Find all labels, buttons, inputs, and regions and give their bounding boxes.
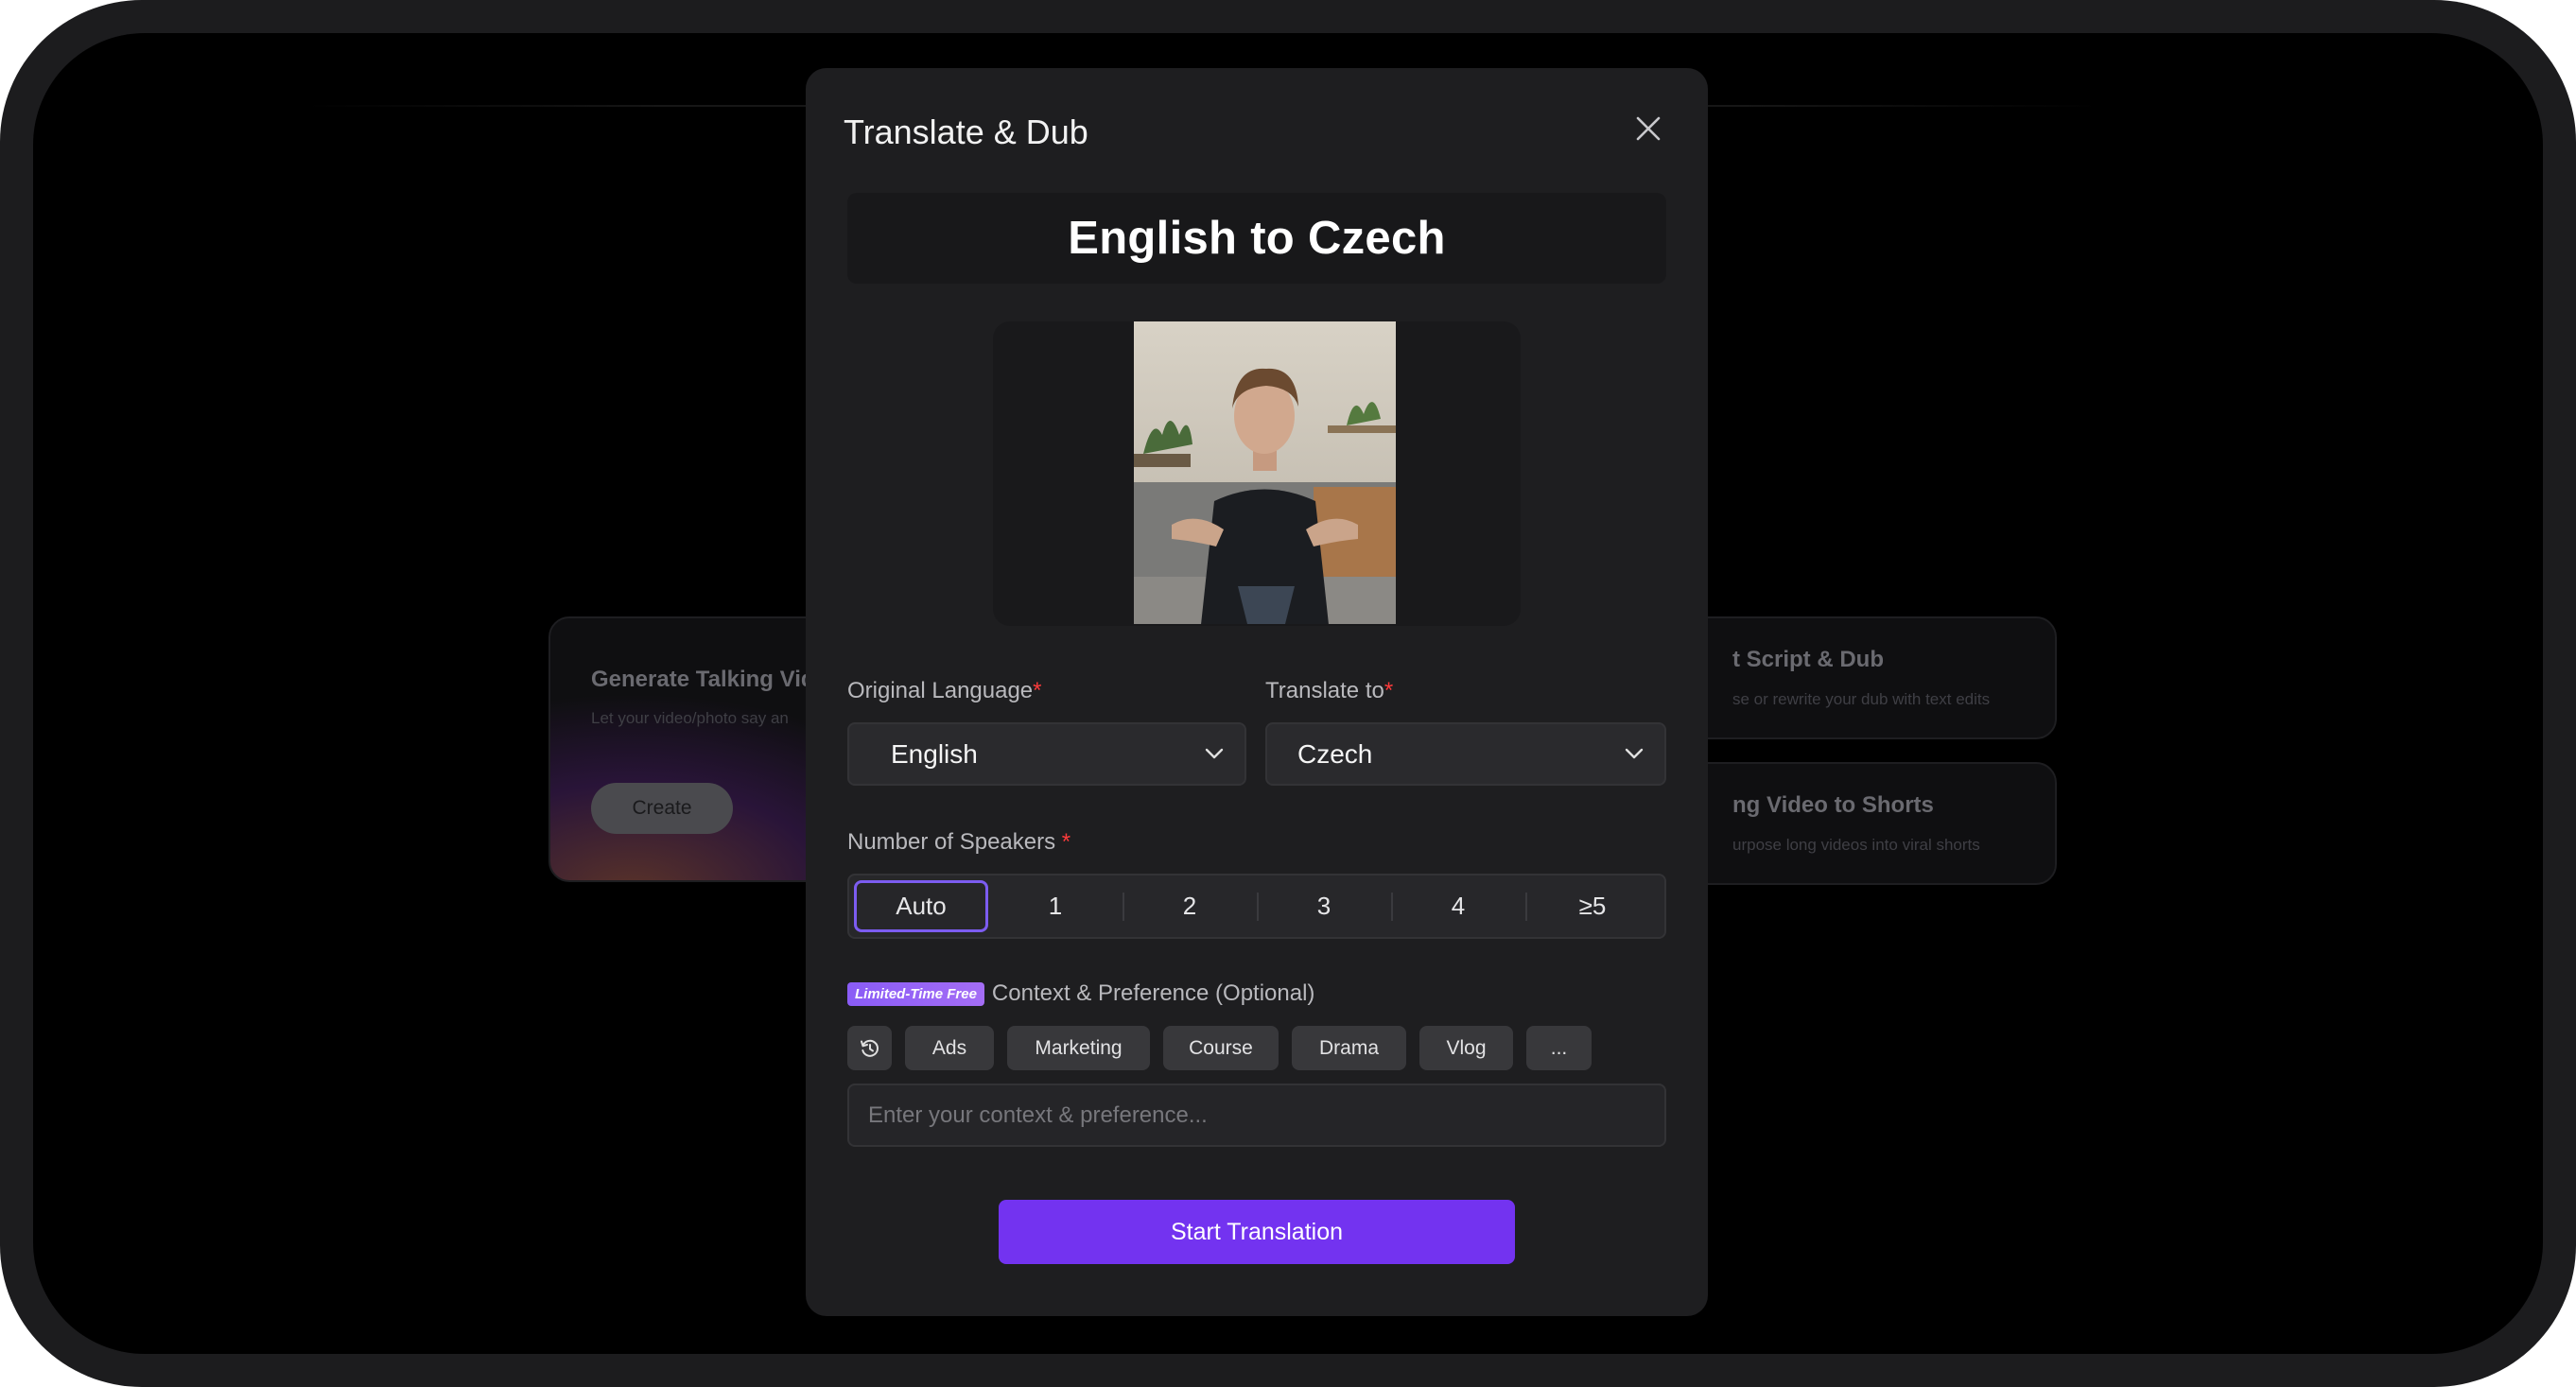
chip-drama[interactable]: Drama bbox=[1292, 1026, 1406, 1070]
create-button[interactable]: Create bbox=[591, 783, 733, 834]
video-preview bbox=[993, 321, 1521, 626]
history-icon bbox=[860, 1039, 879, 1057]
context-label: Context & Preference (Optional) bbox=[991, 980, 1315, 1006]
speakers-segmented-control: Auto 1 2 3 4 ≥5 bbox=[847, 874, 1666, 939]
original-language-value: English bbox=[891, 738, 978, 769]
speaker-option-4[interactable]: 4 bbox=[1391, 880, 1525, 932]
modal-title: Translate & Dub bbox=[844, 113, 1088, 151]
translate-dub-modal: Translate & Dub English to Czech Origina… bbox=[806, 68, 1708, 1316]
limited-free-badge: Limited-Time Free bbox=[847, 981, 984, 1006]
speaker-option-3[interactable]: 3 bbox=[1257, 880, 1391, 932]
chip-more[interactable]: ... bbox=[1526, 1026, 1592, 1070]
chip-vlog[interactable]: Vlog bbox=[1419, 1026, 1513, 1070]
card-title: t Script & Dub bbox=[1732, 647, 1884, 672]
chip-marketing[interactable]: Marketing bbox=[1007, 1026, 1150, 1070]
card-subtitle: Let your video/photo say an bbox=[591, 709, 789, 727]
speaker-option-1[interactable]: 1 bbox=[988, 880, 1123, 932]
card-title: ng Video to Shorts bbox=[1732, 792, 1934, 818]
original-language-label: Original Language* bbox=[847, 678, 1042, 703]
device-frame: Generate Talking Vid Let your video/phot… bbox=[0, 0, 2576, 1387]
video-thumbnail bbox=[1134, 321, 1396, 624]
chip-course[interactable]: Course bbox=[1163, 1026, 1279, 1070]
history-button[interactable] bbox=[847, 1026, 892, 1070]
start-translation-button[interactable]: Start Translation bbox=[999, 1200, 1515, 1264]
context-header: Limited-Time Free Context & Preference (… bbox=[847, 980, 1314, 1007]
original-language-select[interactable]: English bbox=[847, 722, 1246, 786]
translate-to-value: Czech bbox=[1297, 738, 1373, 769]
chip-ads[interactable]: Ads bbox=[905, 1026, 994, 1070]
speaker-option-5-plus[interactable]: ≥5 bbox=[1525, 880, 1660, 932]
speaker-option-2[interactable]: 2 bbox=[1123, 880, 1257, 932]
card-title: Generate Talking Vid bbox=[591, 667, 815, 692]
chevron-down-icon bbox=[1205, 748, 1224, 759]
context-input[interactable] bbox=[847, 1084, 1666, 1147]
close-icon bbox=[1636, 116, 1661, 141]
speaker-option-auto[interactable]: Auto bbox=[854, 880, 988, 932]
chevron-down-icon bbox=[1625, 748, 1644, 759]
translate-to-label: Translate to* bbox=[1265, 678, 1394, 703]
banner-text: English to Czech bbox=[1068, 213, 1446, 264]
language-pair-banner: English to Czech bbox=[847, 193, 1666, 284]
speakers-label: Number of Speakers * bbox=[847, 829, 1071, 855]
close-button[interactable] bbox=[1631, 112, 1665, 146]
translate-to-select[interactable]: Czech bbox=[1265, 722, 1666, 786]
card-subtitle: se or rewrite your dub with text edits bbox=[1732, 690, 1991, 708]
card-subtitle: urpose long videos into viral shorts bbox=[1732, 836, 1980, 854]
